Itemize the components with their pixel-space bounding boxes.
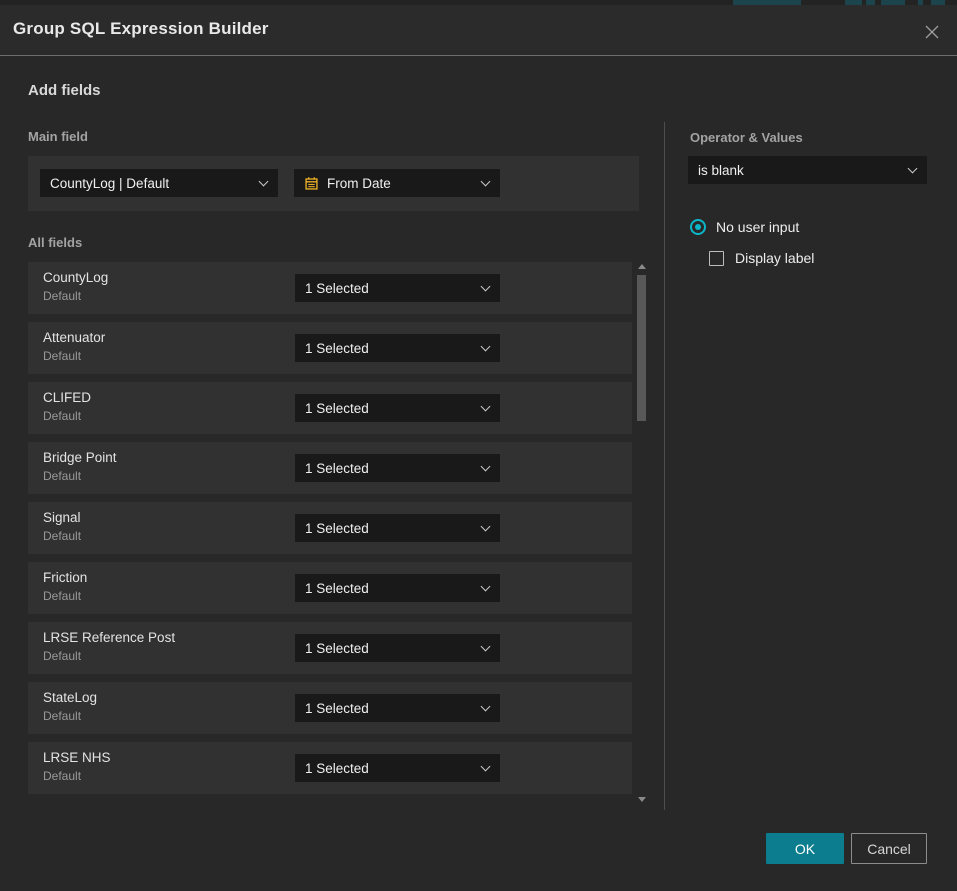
operator-select[interactable]: is blank <box>688 156 927 184</box>
field-name: CountyLog <box>43 270 108 285</box>
no-user-input-label: No user input <box>716 219 799 235</box>
field-row: CLIFED Default 1 Selected <box>28 382 632 434</box>
chevron-down-icon <box>908 164 918 174</box>
display-label-checkbox[interactable] <box>709 251 724 266</box>
field-selected-dropdown[interactable]: 1 Selected <box>295 574 500 602</box>
field-subtitle: Default <box>43 289 81 303</box>
close-button[interactable] <box>921 21 943 43</box>
chevron-down-icon <box>481 342 491 352</box>
main-field-field-value: From Date <box>327 176 391 191</box>
field-name: Signal <box>43 510 81 525</box>
field-name: LRSE Reference Post <box>43 630 175 645</box>
scrollbar-thumb[interactable] <box>637 275 646 421</box>
field-selected-dropdown[interactable]: 1 Selected <box>295 514 500 542</box>
field-selected-dropdown-label: 1 Selected <box>305 641 369 656</box>
no-user-input-option[interactable]: No user input <box>690 219 799 235</box>
field-selected-dropdown[interactable]: 1 Selected <box>295 754 500 782</box>
scroll-up-arrow-icon[interactable] <box>638 264 646 269</box>
chevron-down-icon <box>481 462 491 472</box>
group-sql-expression-builder-dialog: Group SQL Expression Builder Add fields … <box>0 5 957 891</box>
field-row: StateLog Default 1 Selected <box>28 682 632 734</box>
field-subtitle: Default <box>43 709 81 723</box>
field-selected-dropdown[interactable]: 1 Selected <box>295 454 500 482</box>
field-selected-dropdown-label: 1 Selected <box>305 521 369 536</box>
field-row: Friction Default 1 Selected <box>28 562 632 614</box>
operator-values-heading: Operator & Values <box>690 130 803 145</box>
field-row: LRSE NHS Default 1 Selected <box>28 742 632 794</box>
chevron-down-icon <box>481 282 491 292</box>
field-selected-dropdown[interactable]: 1 Selected <box>295 334 500 362</box>
field-selected-dropdown-label: 1 Selected <box>305 341 369 356</box>
display-label-option[interactable]: Display label <box>709 250 814 266</box>
ok-button[interactable]: OK <box>766 833 844 864</box>
all-fields-list: CountyLog Default 1 Selected Attenuator … <box>28 262 632 802</box>
field-subtitle: Default <box>43 769 81 783</box>
panel-divider <box>664 122 665 810</box>
field-selected-dropdown[interactable]: 1 Selected <box>295 694 500 722</box>
chevron-down-icon <box>481 522 491 532</box>
field-name: StateLog <box>43 690 97 705</box>
field-subtitle: Default <box>43 649 81 663</box>
field-selected-dropdown-label: 1 Selected <box>305 761 369 776</box>
no-user-input-radio[interactable] <box>690 219 706 235</box>
field-selected-dropdown-label: 1 Selected <box>305 701 369 716</box>
display-label-label: Display label <box>735 250 814 266</box>
field-subtitle: Default <box>43 349 81 363</box>
field-name: CLIFED <box>43 390 91 405</box>
field-row: Attenuator Default 1 Selected <box>28 322 632 374</box>
field-subtitle: Default <box>43 529 81 543</box>
field-subtitle: Default <box>43 409 81 423</box>
main-field-label: Main field <box>28 129 88 144</box>
cancel-button[interactable]: Cancel <box>851 833 927 864</box>
main-field-source-value: CountyLog | Default <box>50 176 169 191</box>
main-field-source-select[interactable]: CountyLog | Default <box>40 169 278 197</box>
field-name: Friction <box>43 570 87 585</box>
fields-scrollbar[interactable] <box>636 262 649 804</box>
operator-value: is blank <box>698 163 744 178</box>
dialog-header: Group SQL Expression Builder <box>0 5 957 56</box>
add-fields-heading: Add fields <box>28 82 101 99</box>
field-selected-dropdown-label: 1 Selected <box>305 581 369 596</box>
chevron-down-icon <box>481 177 491 187</box>
field-subtitle: Default <box>43 589 81 603</box>
calendar-date-icon <box>304 176 319 191</box>
screen: Group SQL Expression Builder Add fields … <box>0 0 957 891</box>
chevron-down-icon <box>481 402 491 412</box>
cancel-button-label: Cancel <box>867 841 911 857</box>
field-name: LRSE NHS <box>43 750 111 765</box>
close-icon <box>924 24 940 40</box>
scroll-down-arrow-icon[interactable] <box>638 797 646 802</box>
chevron-down-icon <box>259 177 269 187</box>
chevron-down-icon <box>481 762 491 772</box>
field-row: Signal Default 1 Selected <box>28 502 632 554</box>
chevron-down-icon <box>481 642 491 652</box>
main-field-panel: CountyLog | Default From Date <box>28 156 639 211</box>
field-row: CountyLog Default 1 Selected <box>28 262 632 314</box>
ok-button-label: OK <box>795 841 815 857</box>
field-subtitle: Default <box>43 469 81 483</box>
field-name: Bridge Point <box>43 450 117 465</box>
field-selected-dropdown-label: 1 Selected <box>305 461 369 476</box>
field-selected-dropdown[interactable]: 1 Selected <box>295 634 500 662</box>
all-fields-label: All fields <box>28 235 82 250</box>
field-selected-dropdown-label: 1 Selected <box>305 401 369 416</box>
field-selected-dropdown-label: 1 Selected <box>305 281 369 296</box>
field-name: Attenuator <box>43 330 105 345</box>
field-selected-dropdown[interactable]: 1 Selected <box>295 394 500 422</box>
dialog-title: Group SQL Expression Builder <box>13 19 269 39</box>
field-row: Bridge Point Default 1 Selected <box>28 442 632 494</box>
field-selected-dropdown[interactable]: 1 Selected <box>295 274 500 302</box>
chevron-down-icon <box>481 702 491 712</box>
field-row: LRSE Reference Post Default 1 Selected <box>28 622 632 674</box>
main-field-field-select[interactable]: From Date <box>294 169 500 197</box>
chevron-down-icon <box>481 582 491 592</box>
